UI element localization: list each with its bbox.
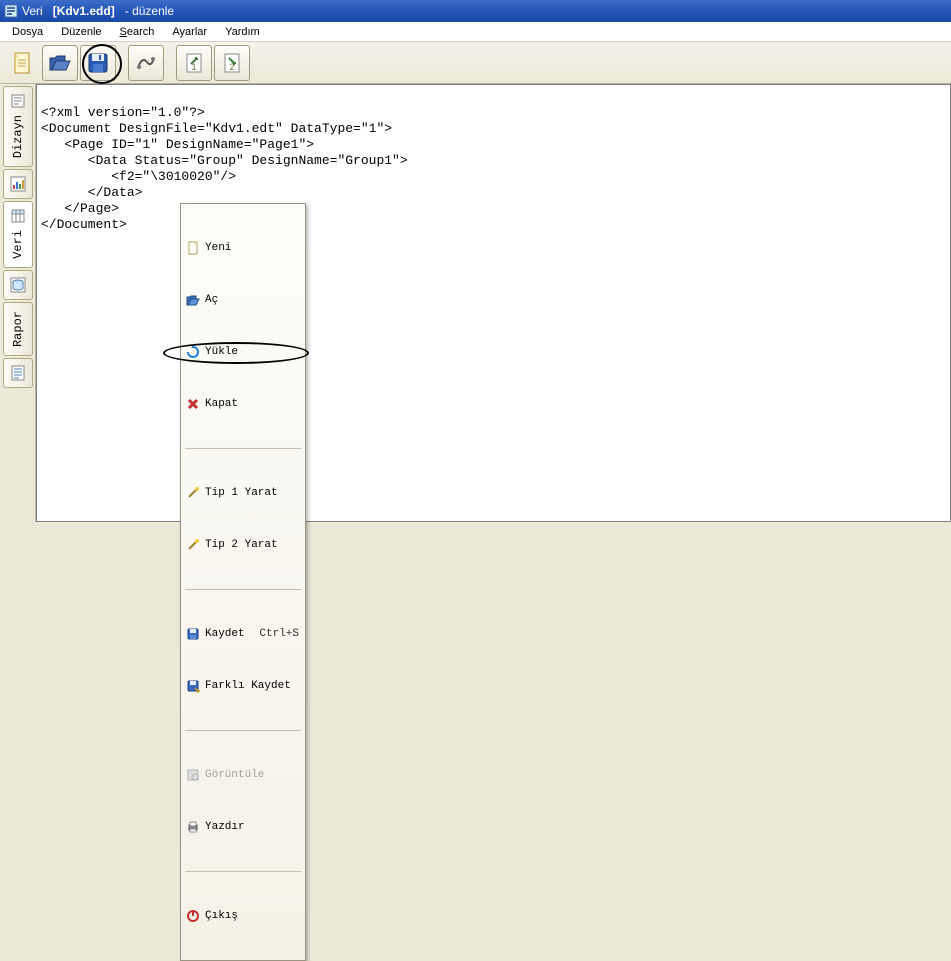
menu-separator xyxy=(185,730,301,731)
context-menu: Yeni Aç Yükle Kapat xyxy=(180,203,306,961)
menu-item-label: Aç xyxy=(205,292,299,308)
code-line: <?xml version="1.0"?> xyxy=(41,105,205,120)
code-line: </Data> xyxy=(41,185,142,200)
menu-item-accel: Ctrl+S xyxy=(259,626,299,642)
code-line: <Data Status="Group" DesignName="Group1"… xyxy=(41,153,408,168)
wand-icon xyxy=(185,485,201,501)
code-line: <Page ID="1" DesignName="Page1"> xyxy=(41,137,314,152)
tab-veri-label: Veri xyxy=(11,230,25,259)
menu-item-label: Yükle xyxy=(205,344,299,360)
menu-item-label: Yeni xyxy=(205,240,299,256)
menu-item-label: Çıkış xyxy=(205,908,299,924)
menu-item-kaydet[interactable]: Kaydet Ctrl+S xyxy=(183,624,303,644)
open-button[interactable] xyxy=(42,45,78,81)
menu-item-label: Yazdır xyxy=(205,819,299,835)
tab-dizayn[interactable]: Dizayn xyxy=(3,86,33,167)
design-icon xyxy=(8,91,28,111)
menu-item-label: Farklı Kaydet xyxy=(205,678,299,694)
menu-item-label: Tip 1 Yarat xyxy=(205,485,299,501)
database-icon xyxy=(8,275,28,295)
save-button[interactable] xyxy=(80,45,116,81)
menu-separator xyxy=(185,448,301,449)
tab-dizayn-label: Dizayn xyxy=(11,115,25,158)
menu-search[interactable]: Search xyxy=(112,24,163,40)
menu-yardim[interactable]: Yardım xyxy=(217,24,268,40)
new-button[interactable] xyxy=(4,45,40,81)
menu-item-yazdir[interactable]: Yazdır xyxy=(183,817,303,837)
tool-a-button[interactable]: 1 xyxy=(176,45,212,81)
tab-rapor-label: Rapor xyxy=(11,311,25,347)
tab-veri[interactable]: Veri xyxy=(3,201,33,268)
app-name: Veri xyxy=(22,4,43,18)
svg-text:2: 2 xyxy=(229,62,234,72)
menu-ayarlar[interactable]: Ayarlar xyxy=(164,24,215,40)
new-file-icon xyxy=(185,240,201,256)
menu-item-ac[interactable]: Aç xyxy=(183,290,303,310)
menu-item-label: Kaydet xyxy=(205,626,255,642)
menu-separator xyxy=(185,589,301,590)
tool-b-button[interactable]: 2 xyxy=(214,45,250,81)
refresh-icon xyxy=(185,344,201,360)
menu-item-farkli-kaydet[interactable]: Farklı Kaydet xyxy=(183,676,303,696)
title-suffix: - düzenle xyxy=(125,4,174,18)
menu-dosya[interactable]: Dosya xyxy=(4,24,51,40)
save-as-icon xyxy=(185,678,201,694)
menubar: Dosya Düzenle Search Ayarlar Yardım xyxy=(0,22,951,42)
code-line: <Document DesignFile="Kdv1.edt" DataType… xyxy=(41,121,392,136)
toolbar: 1 2 xyxy=(0,42,951,84)
close-icon xyxy=(185,396,201,412)
folder-open-icon xyxy=(185,292,201,308)
left-tab-strip: Dizayn Veri Rapor xyxy=(0,84,36,522)
svg-text:1: 1 xyxy=(191,62,196,72)
menu-duzenle[interactable]: Düzenle xyxy=(53,24,109,40)
tab-dizayn-chart[interactable] xyxy=(3,169,33,199)
menu-item-yukle[interactable]: Yükle xyxy=(183,342,303,362)
menu-item-label: Tip 2 Yarat xyxy=(205,537,299,553)
tab-veri-db[interactable] xyxy=(3,270,33,300)
menu-item-tip2[interactable]: Tip 2 Yarat xyxy=(183,535,303,555)
menu-separator xyxy=(185,871,301,872)
tab-rapor-report[interactable] xyxy=(3,358,33,388)
preview-icon xyxy=(185,767,201,783)
chart-icon xyxy=(8,174,28,194)
menu-item-label: Görüntüle xyxy=(205,767,299,783)
menu-item-kapat[interactable]: Kapat xyxy=(183,394,303,414)
wand-icon xyxy=(185,537,201,553)
code-editor[interactable]: <?xml version="1.0"?> <Document DesignFi… xyxy=(36,84,951,522)
menu-item-yeni[interactable]: Yeni xyxy=(183,238,303,258)
menu-item-cikis[interactable]: Çıkış xyxy=(183,906,303,926)
code-line: <f2="\3010020"/> xyxy=(41,169,236,184)
workspace: Dizayn Veri Rapor <?xml version xyxy=(0,84,951,522)
data-icon xyxy=(8,206,28,226)
report-icon xyxy=(8,363,28,383)
print-icon xyxy=(185,819,201,835)
code-line: </Page> xyxy=(41,201,119,216)
menu-item-goruntule: Görüntüle xyxy=(183,765,303,785)
doc-name: [Kdv1.edd] xyxy=(53,4,115,18)
code-line: </Document> xyxy=(41,217,127,232)
save-icon xyxy=(185,626,201,642)
titlebar: Veri [Kdv1.edd] - düzenle xyxy=(0,0,951,22)
power-icon xyxy=(185,908,201,924)
window-title: Veri [Kdv1.edd] - düzenle xyxy=(22,4,174,18)
menu-item-tip1[interactable]: Tip 1 Yarat xyxy=(183,483,303,503)
tool-config-button[interactable] xyxy=(128,45,164,81)
app-icon xyxy=(4,4,18,18)
tab-rapor[interactable]: Rapor xyxy=(3,302,33,356)
menu-item-label: Kapat xyxy=(205,396,299,412)
